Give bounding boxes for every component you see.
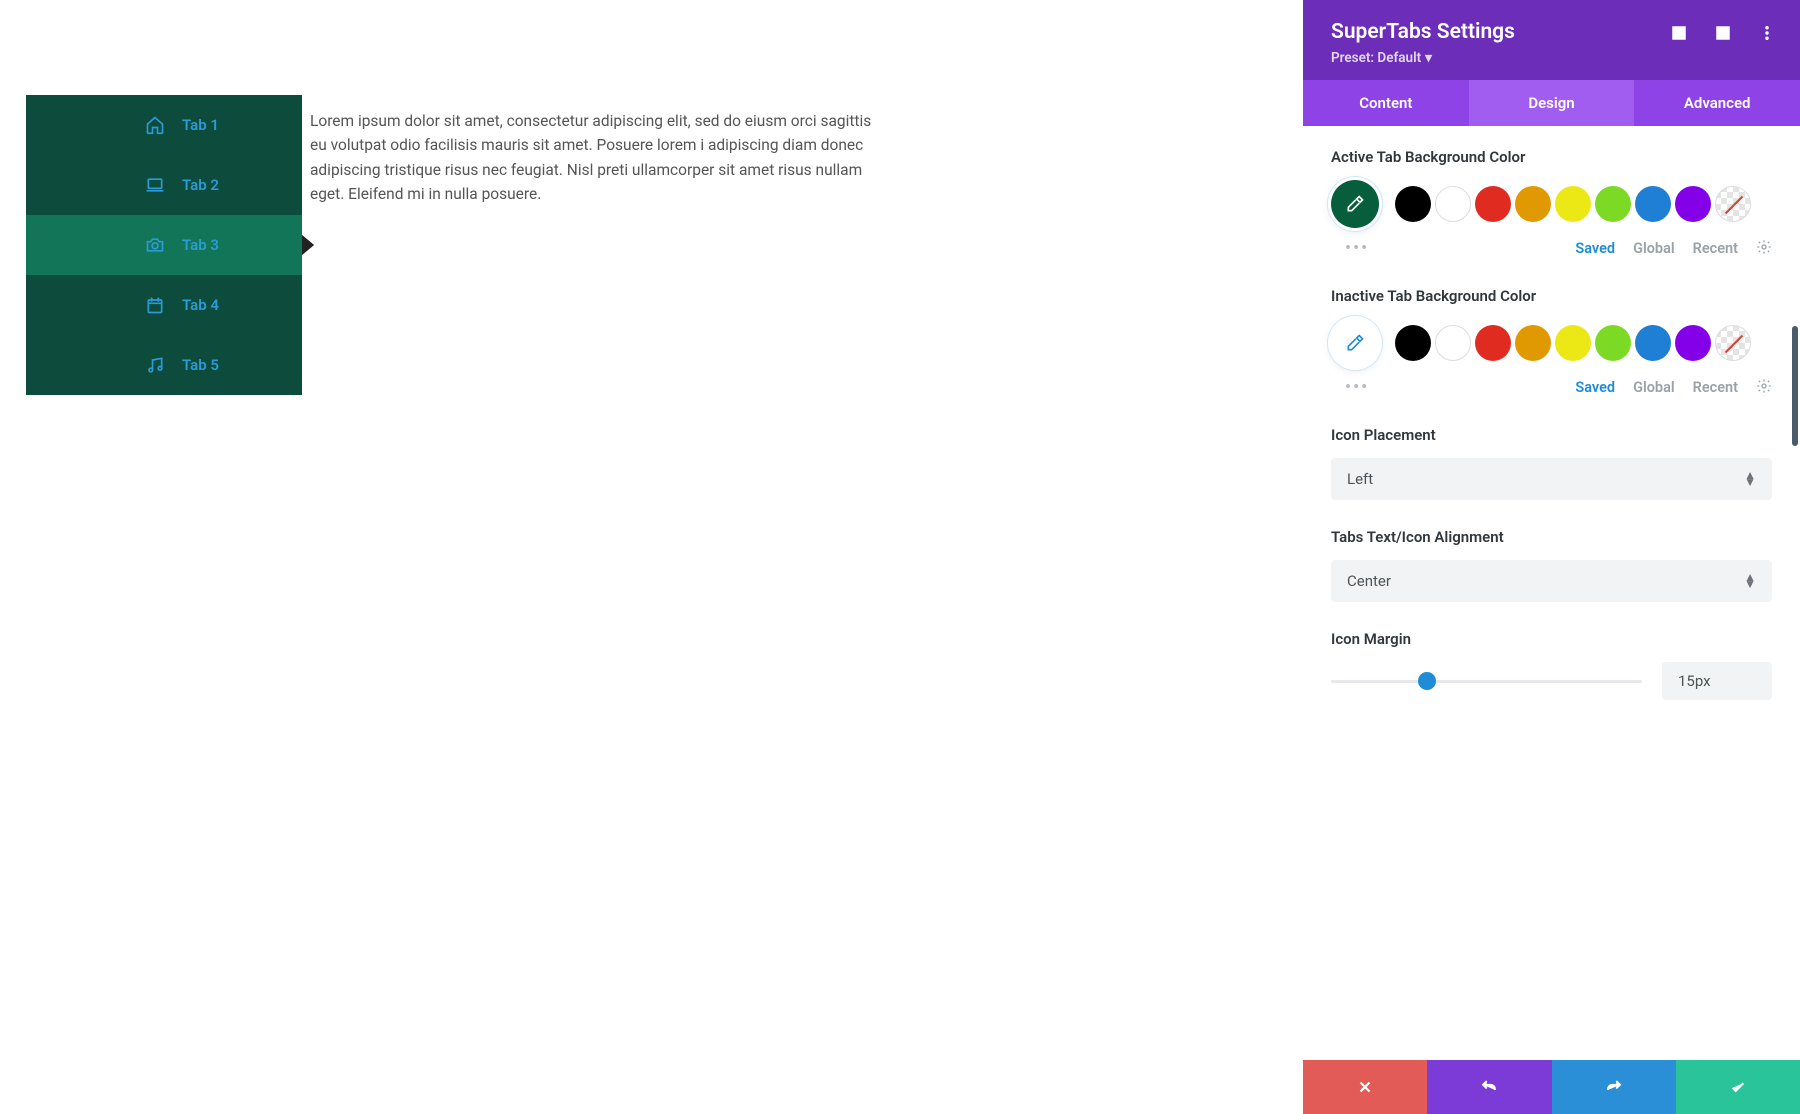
color-picker-button[interactable] (1331, 319, 1379, 367)
palette-meta: ••• Saved Global Recent (1331, 377, 1772, 398)
tab-label: Tab 2 (182, 176, 219, 194)
swatch-green[interactable] (1595, 186, 1631, 222)
palette-saved[interactable]: Saved (1575, 240, 1615, 257)
palette-global[interactable]: Global (1633, 379, 1675, 396)
redo-button[interactable] (1552, 1060, 1676, 1114)
swatch-white[interactable] (1435, 186, 1471, 222)
columns-icon[interactable] (1714, 24, 1732, 46)
color-swatch-row (1331, 180, 1772, 228)
swatch-blue[interactable] (1635, 325, 1671, 361)
music-icon (144, 355, 166, 375)
select-value: Center (1347, 572, 1391, 590)
group-label: Active Tab Background Color (1331, 148, 1772, 166)
expand-icon[interactable] (1670, 24, 1688, 46)
swatch-purple[interactable] (1675, 325, 1711, 361)
palette-recent[interactable]: Recent (1693, 240, 1738, 257)
swatch-green[interactable] (1595, 325, 1631, 361)
calendar-icon (144, 295, 166, 315)
group-label: Inactive Tab Background Color (1331, 287, 1561, 305)
palette-recent[interactable]: Recent (1693, 379, 1738, 396)
camera-icon (144, 235, 166, 255)
swatch-purple[interactable] (1675, 186, 1711, 222)
undo-button[interactable] (1427, 1060, 1551, 1114)
color-picker-button[interactable] (1331, 180, 1379, 228)
active-tab-arrow (302, 235, 314, 255)
swatch-orange[interactable] (1515, 186, 1551, 222)
gear-icon[interactable] (1756, 239, 1772, 259)
slider-thumb[interactable] (1418, 672, 1436, 690)
tab-2[interactable]: Tab 2 (26, 155, 302, 215)
group-icon-placement: Icon Placement Left ▲▼ (1331, 426, 1772, 500)
group-icon-margin: Icon Margin 15px (1331, 630, 1772, 700)
group-label: Tabs Text/Icon Alignment (1331, 528, 1772, 546)
home-icon (144, 115, 166, 135)
swatch-yellow[interactable] (1555, 186, 1591, 222)
tab-1[interactable]: Tab 1 (26, 95, 302, 155)
tab-label: Tab 5 (182, 356, 219, 374)
group-text-align: Tabs Text/Icon Alignment Center ▲▼ (1331, 528, 1772, 602)
tab-label: Tab 4 (182, 296, 219, 314)
laptop-icon (144, 175, 166, 195)
group-label: Icon Margin (1331, 630, 1772, 648)
swatch-black[interactable] (1395, 325, 1431, 361)
more-dots-icon[interactable]: ••• (1345, 377, 1369, 398)
swatch-transparent[interactable] (1715, 325, 1751, 361)
icon-margin-slider[interactable] (1331, 678, 1642, 684)
header-actions (1670, 24, 1776, 46)
close-icon (1356, 1078, 1374, 1096)
settings-panel: SuperTabs Settings Preset: Default▾ Cont… (1303, 0, 1800, 1114)
icon-placement-select[interactable]: Left ▲▼ (1331, 458, 1772, 500)
undo-icon (1480, 1078, 1498, 1096)
swatch-black[interactable] (1395, 186, 1431, 222)
slider-track (1331, 680, 1642, 683)
panel-body: Active Tab Background Color ••• Saved (1303, 126, 1800, 1060)
cancel-button[interactable] (1303, 1060, 1427, 1114)
caret-down-icon: ▾ (1425, 50, 1432, 66)
group-inactive-bg: Inactive Tab Background Color ••• Saved (1331, 287, 1772, 398)
color-swatch-row (1331, 319, 1772, 367)
palette-saved[interactable]: Saved (1575, 379, 1615, 396)
tab-label: Tab 3 (182, 236, 219, 254)
confirm-button[interactable] (1676, 1060, 1800, 1114)
group-active-bg: Active Tab Background Color ••• Saved (1331, 148, 1772, 259)
preset-label: Preset: Default (1331, 50, 1421, 66)
text-align-select[interactable]: Center ▲▼ (1331, 560, 1772, 602)
more-dots-icon[interactable]: ••• (1345, 238, 1369, 259)
tab-content[interactable]: Content (1303, 80, 1469, 126)
panel-tabs: Content Design Advanced (1303, 80, 1800, 126)
kebab-menu-icon[interactable] (1758, 24, 1776, 46)
eyedropper-icon (1345, 333, 1365, 353)
select-chevrons-icon: ▲▼ (1744, 472, 1756, 486)
preset-selector[interactable]: Preset: Default▾ (1331, 50, 1772, 66)
check-icon (1729, 1078, 1747, 1096)
swatch-blue[interactable] (1635, 186, 1671, 222)
swatch-red[interactable] (1475, 325, 1511, 361)
tab-4[interactable]: Tab 4 (26, 275, 302, 335)
swatch-orange[interactable] (1515, 325, 1551, 361)
tab-5[interactable]: Tab 5 (26, 335, 302, 395)
gear-icon[interactable] (1756, 378, 1772, 398)
tab-label: Tab 1 (182, 116, 219, 134)
tab-advanced[interactable]: Advanced (1634, 80, 1800, 126)
swatch-white[interactable] (1435, 325, 1471, 361)
select-value: Left (1347, 470, 1373, 488)
scrollbar-thumb[interactable] (1792, 326, 1798, 446)
select-chevrons-icon: ▲▼ (1744, 574, 1756, 588)
eyedropper-icon (1345, 194, 1365, 214)
palette-global[interactable]: Global (1633, 240, 1675, 257)
palette-meta: ••• Saved Global Recent (1331, 238, 1772, 259)
group-label: Icon Placement (1331, 426, 1772, 444)
swatch-yellow[interactable] (1555, 325, 1591, 361)
panel-header: SuperTabs Settings Preset: Default▾ (1303, 0, 1800, 80)
tab-3[interactable]: Tab 3 (26, 215, 302, 275)
swatch-red[interactable] (1475, 186, 1511, 222)
tab-content-body: Lorem ipsum dolor sit amet, consectetur … (302, 95, 882, 395)
swatch-transparent[interactable] (1715, 186, 1751, 222)
panel-footer (1303, 1060, 1800, 1114)
redo-icon (1605, 1078, 1623, 1096)
vertical-tabs: Tab 1 Tab 2 Tab 3 Tab 4 Tab 5 (26, 95, 302, 395)
preview-area: Tab 1 Tab 2 Tab 3 Tab 4 Tab 5 (26, 95, 882, 395)
tab-design[interactable]: Design (1469, 80, 1635, 126)
icon-margin-value[interactable]: 15px (1662, 662, 1772, 700)
